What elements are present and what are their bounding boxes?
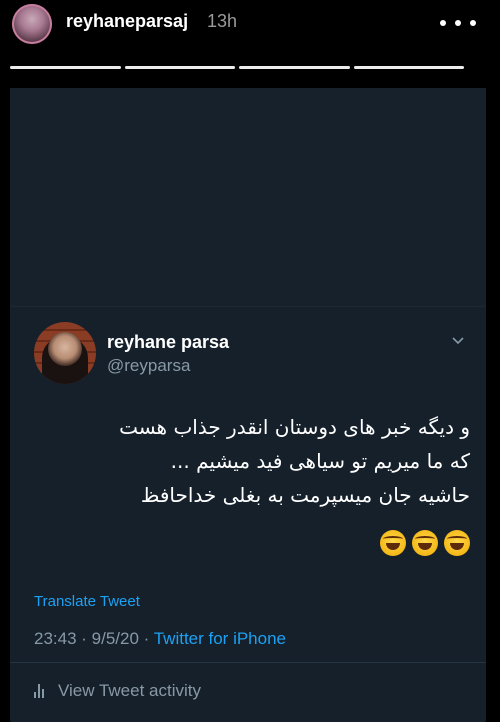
more-options-button[interactable] [440,14,476,32]
story-username[interactable]: reyhaneparsaj [66,11,188,32]
story-time: 13h [207,11,238,31]
author-name[interactable]: reyhane parsa [107,332,229,353]
tweet-text-line: و دیگه خبر های دوستان انقدر جذاب هست [119,415,470,439]
tweet-meta: 23:43 · 9/5/20 · Twitter for iPhone [34,629,286,649]
story-avatar[interactable] [12,4,52,44]
story-progress-bar [10,66,464,70]
emoji-row [380,530,470,556]
tweet-text-line: حاشیه جان میسپرمت به بغلی خداحافظ [140,483,470,507]
tweet-text-line: که ما میریم تو سیاهی فید میشیم ... [170,449,470,473]
view-tweet-activity-button[interactable]: View Tweet activity [34,681,201,701]
progress-segment [124,66,235,69]
story-screen: reyhaneparsaj 13h reyhane parsa @reypars… [0,0,500,722]
author-avatar[interactable] [34,322,96,384]
dot-icon [470,20,476,26]
face-with-tears-of-joy-icon [412,530,438,556]
progress-segment [353,66,464,69]
progress-segment [10,66,121,69]
tweet-card-dark-area [10,88,486,307]
author-handle[interactable]: @reyparsa [107,356,190,376]
divider [10,662,486,663]
tweet-card: reyhane parsa @reyparsa و دیگه خبر های د… [10,88,486,722]
dot-icon [440,20,446,26]
bar-chart-icon [34,684,48,698]
tweet-timestamp: 23:43 · 9/5/20 · [34,629,154,648]
translate-tweet-link[interactable]: Translate Tweet [34,593,140,610]
activity-label: View Tweet activity [58,681,201,700]
face-with-tears-of-joy-icon [380,530,406,556]
avatar-face [48,332,82,366]
progress-segment [239,66,350,69]
tweet-text: و دیگه خبر های دوستان انقدر جذاب هست که … [50,410,470,512]
tweet-source-link[interactable]: Twitter for iPhone [154,629,286,648]
dot-icon [455,20,461,26]
face-with-tears-of-joy-icon [444,530,470,556]
story-header: reyhaneparsaj 13h [0,0,500,58]
chevron-down-icon[interactable] [452,335,464,347]
